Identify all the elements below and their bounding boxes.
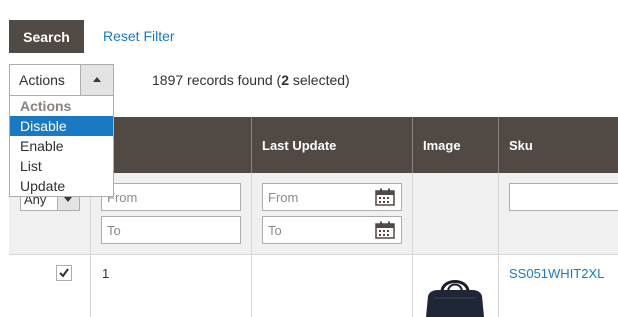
cell-id: 1 (102, 266, 110, 281)
id-from-input[interactable]: From (101, 183, 241, 211)
id-to-input[interactable]: To (101, 216, 241, 244)
menu-item-list[interactable]: List (10, 156, 113, 176)
selected-count: 2 (281, 72, 289, 88)
date-from-placeholder: From (268, 189, 299, 205)
date-to-placeholder: To (268, 222, 282, 238)
date-from-input[interactable]: From (262, 183, 402, 211)
column-divider (251, 173, 252, 317)
calendar-icon[interactable] (375, 221, 395, 239)
records-count: 1897 records found (2 selected) (152, 72, 350, 88)
column-header-sku[interactable]: Sku (499, 117, 618, 173)
menu-item-update[interactable]: Update (10, 176, 113, 196)
chevron-down-icon (64, 197, 72, 202)
menu-item-enable[interactable]: Enable (10, 136, 113, 156)
column-header-image[interactable]: Image (413, 117, 498, 173)
product-thumbnail[interactable] (424, 276, 486, 317)
cell-sku-link[interactable]: SS051WHIT2XL (509, 266, 604, 281)
menu-group-header: Actions (20, 98, 72, 114)
menu-item-disable[interactable]: Disable (10, 116, 113, 136)
row-checkbox[interactable] (56, 265, 72, 281)
actions-select-value: Actions (19, 72, 65, 88)
date-to-input[interactable]: To (262, 216, 402, 244)
search-button[interactable]: Search (9, 20, 84, 53)
chevron-up-icon (93, 77, 101, 82)
sku-filter-input[interactable] (509, 183, 618, 211)
actions-select[interactable]: Actions (9, 64, 114, 96)
reset-filter-link[interactable]: Reset Filter (103, 28, 175, 44)
column-divider (412, 173, 413, 317)
column-divider (498, 173, 499, 317)
actions-select-toggle[interactable] (80, 65, 113, 95)
actions-dropdown-menu: Actions Disable Enable List Update (9, 95, 114, 197)
calendar-icon[interactable] (375, 188, 395, 206)
checkmark-icon (59, 268, 69, 278)
column-header-last-update[interactable]: Last Update (252, 117, 412, 173)
